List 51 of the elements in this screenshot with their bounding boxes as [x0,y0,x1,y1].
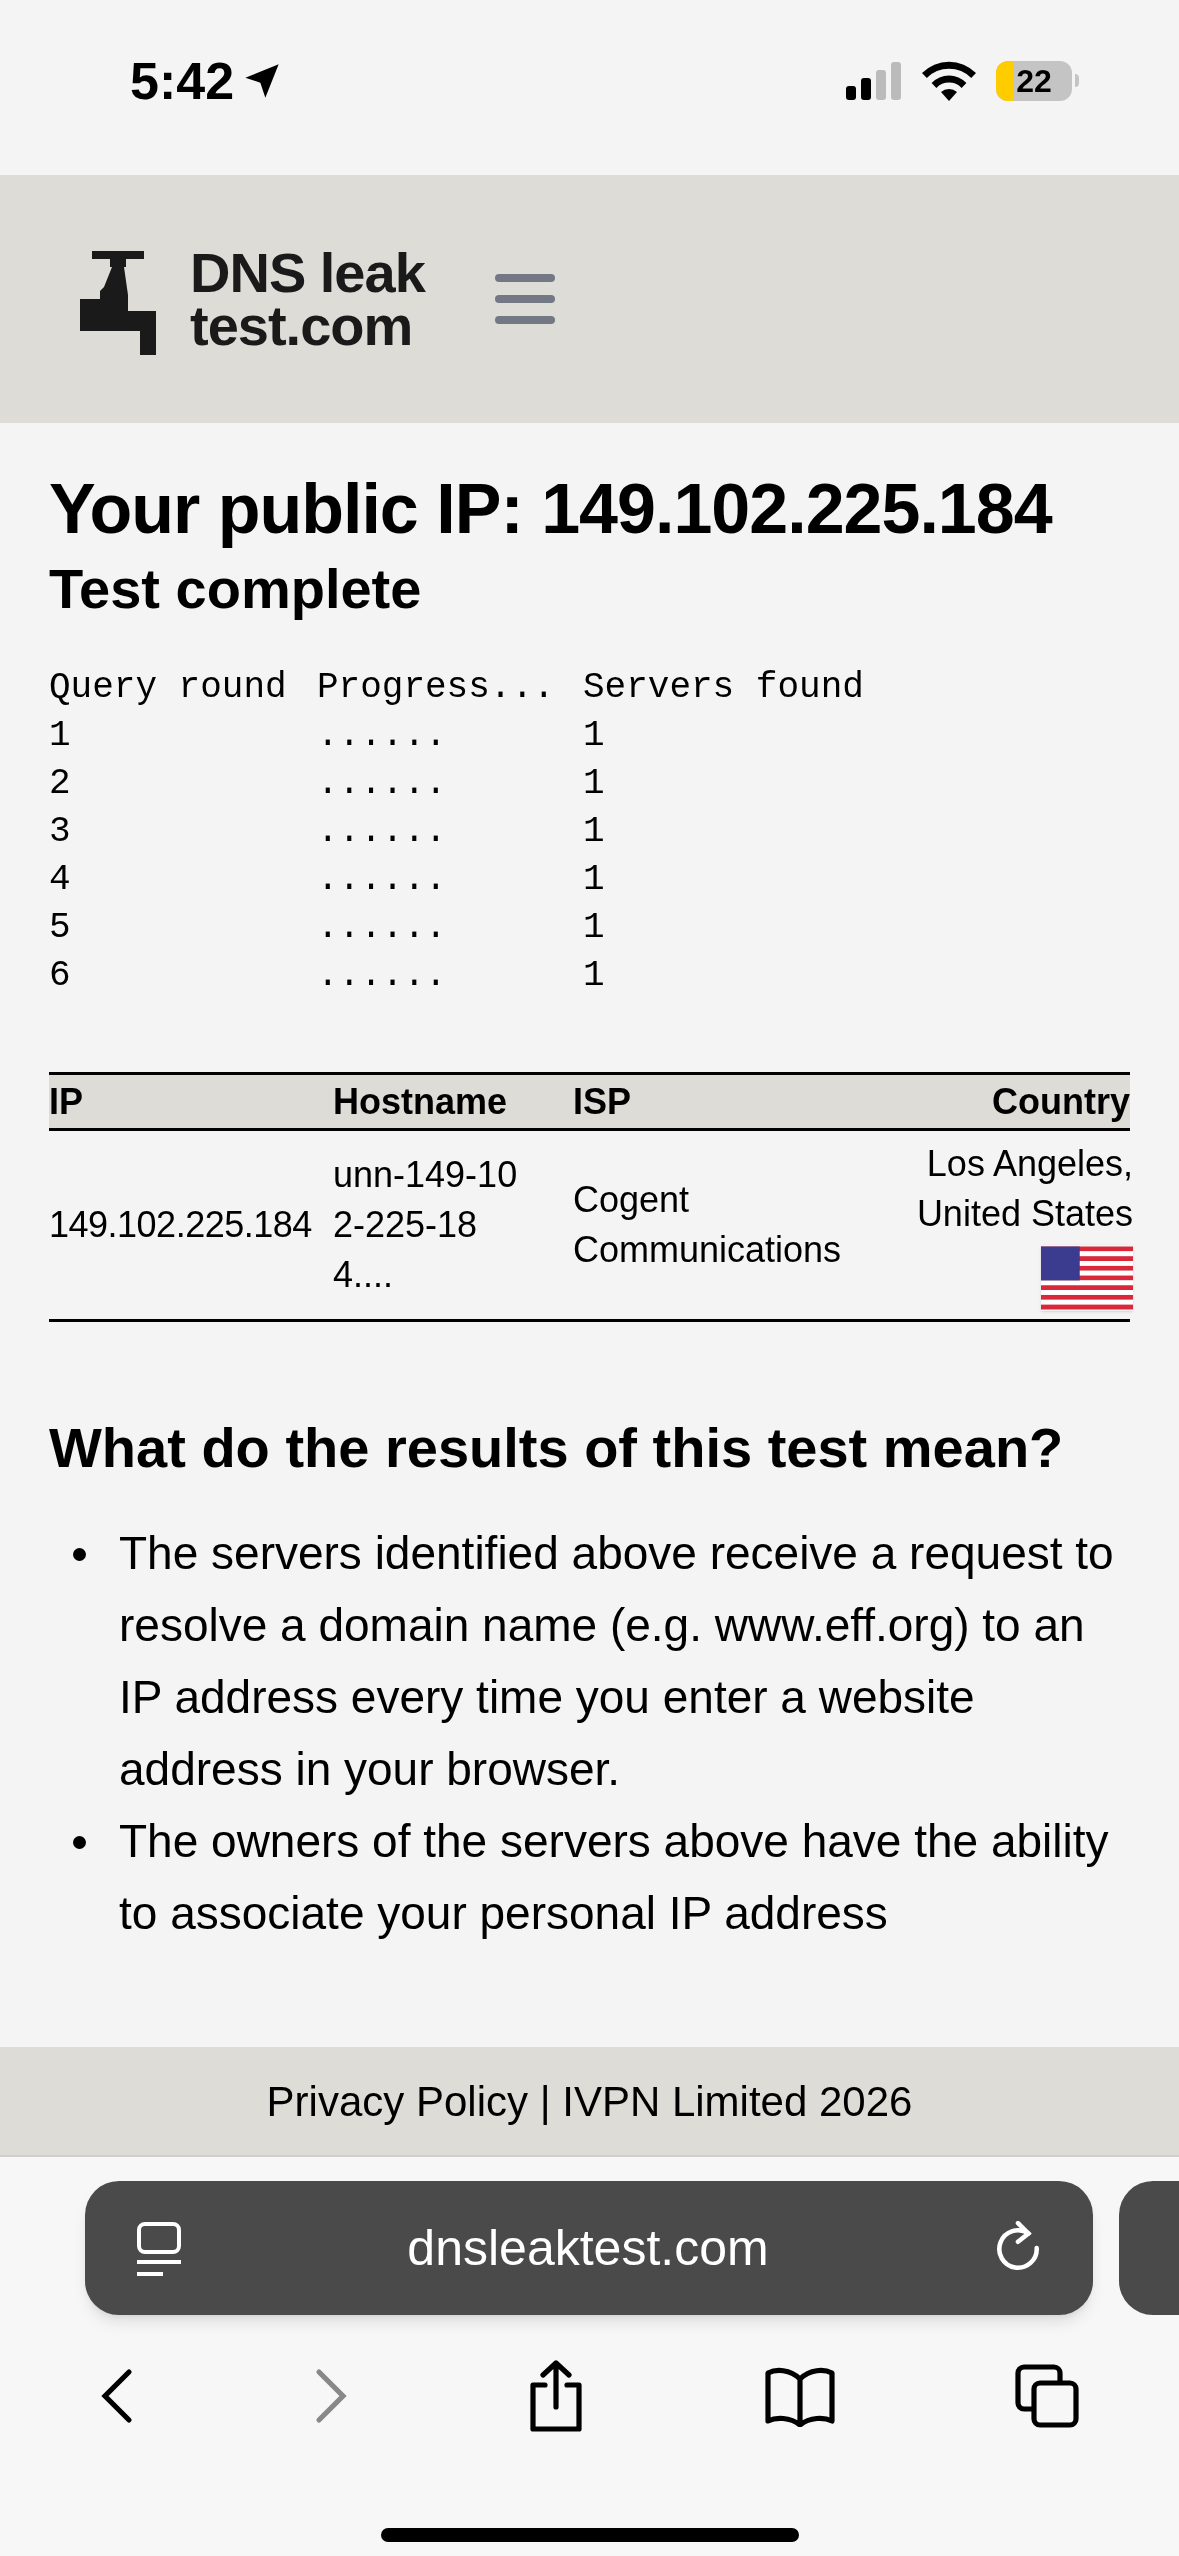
column-header: ISP [573,1079,633,1124]
table-cell-text: ...... [317,713,448,758]
table-cell-text: 3 [49,809,72,854]
table-cell-text: 1 [583,905,606,950]
battery-indicator: 22 [996,60,1072,101]
column-header: Progress... [317,665,556,710]
page-menu-icon[interactable] [135,2220,183,2276]
table-cell-text: 4 [49,857,72,902]
column-header: Servers found [583,665,865,710]
page-title: Your public IP: 149.102.225.184 [49,469,1054,550]
column-header: Country [992,1079,1130,1124]
bullet-text: The owners of the servers above have the ability to associate your personal IP address [118,1814,1110,1941]
table-cell-text: 1 [583,713,606,758]
bullet-text: The servers identified above receive a request to resolve a domain name (e.g. www.eff.org) to an IP address every time you enter a website address in your browser. [118,1526,1115,1797]
table-cell-text: ...... [317,905,448,950]
table-cell-text: Cogent Communications [573,1177,843,1272]
table-cell-text: Los Angeles, United States [915,1141,1133,1236]
table-cell-text: ...... [317,809,448,854]
table-cell-text: unn-149-102-225-184.... [333,1152,519,1297]
table-cell-text: 5 [49,905,72,950]
table-cell-text: ...... [317,761,448,806]
url-text[interactable]: dnsleaktest.com [407,2210,769,2286]
table-cell-text: 2 [49,761,72,806]
signal-icon [846,61,902,100]
footer-text: Privacy Policy | IVPN Limited 2026 [266,2076,913,2127]
table-cell-text: ...... [317,953,448,998]
table-cell-text: 1 [49,713,72,758]
table-cell-text: 1 [583,857,606,902]
table-cell-text: 1 [583,809,606,854]
table-cell-text: 149.102.225.184 [49,1202,313,1247]
site-logo[interactable]: DNS leak test.com [64,243,425,355]
table-cell-text: ...... [317,857,448,902]
status-time: 5:42 [130,50,235,112]
tabs-icon[interactable] [1013,2363,1080,2429]
column-header: Hostname [333,1079,509,1124]
address-bar[interactable]: dnsleaktest.com [85,2181,1093,2315]
flag-icon [1041,1244,1133,1311]
bullet-icon [72,1836,86,1849]
section-heading: What do the results of this test mean? [49,1414,1065,1481]
logo-text: DNS leak [190,245,425,299]
table-cell-text: 6 [49,953,72,998]
column-header: IP [49,1079,84,1124]
bullet-icon [72,1548,86,1561]
tab-preview[interactable] [1119,2181,1179,2315]
table-cell-text: 1 [583,761,606,806]
logo-text: test.com [190,299,414,353]
status-heading: Test complete [49,556,423,622]
wifi-icon [922,60,976,101]
book-icon[interactable] [763,2365,836,2427]
table-cell-text: 1 [583,953,606,998]
column-header: Query round [49,665,288,710]
